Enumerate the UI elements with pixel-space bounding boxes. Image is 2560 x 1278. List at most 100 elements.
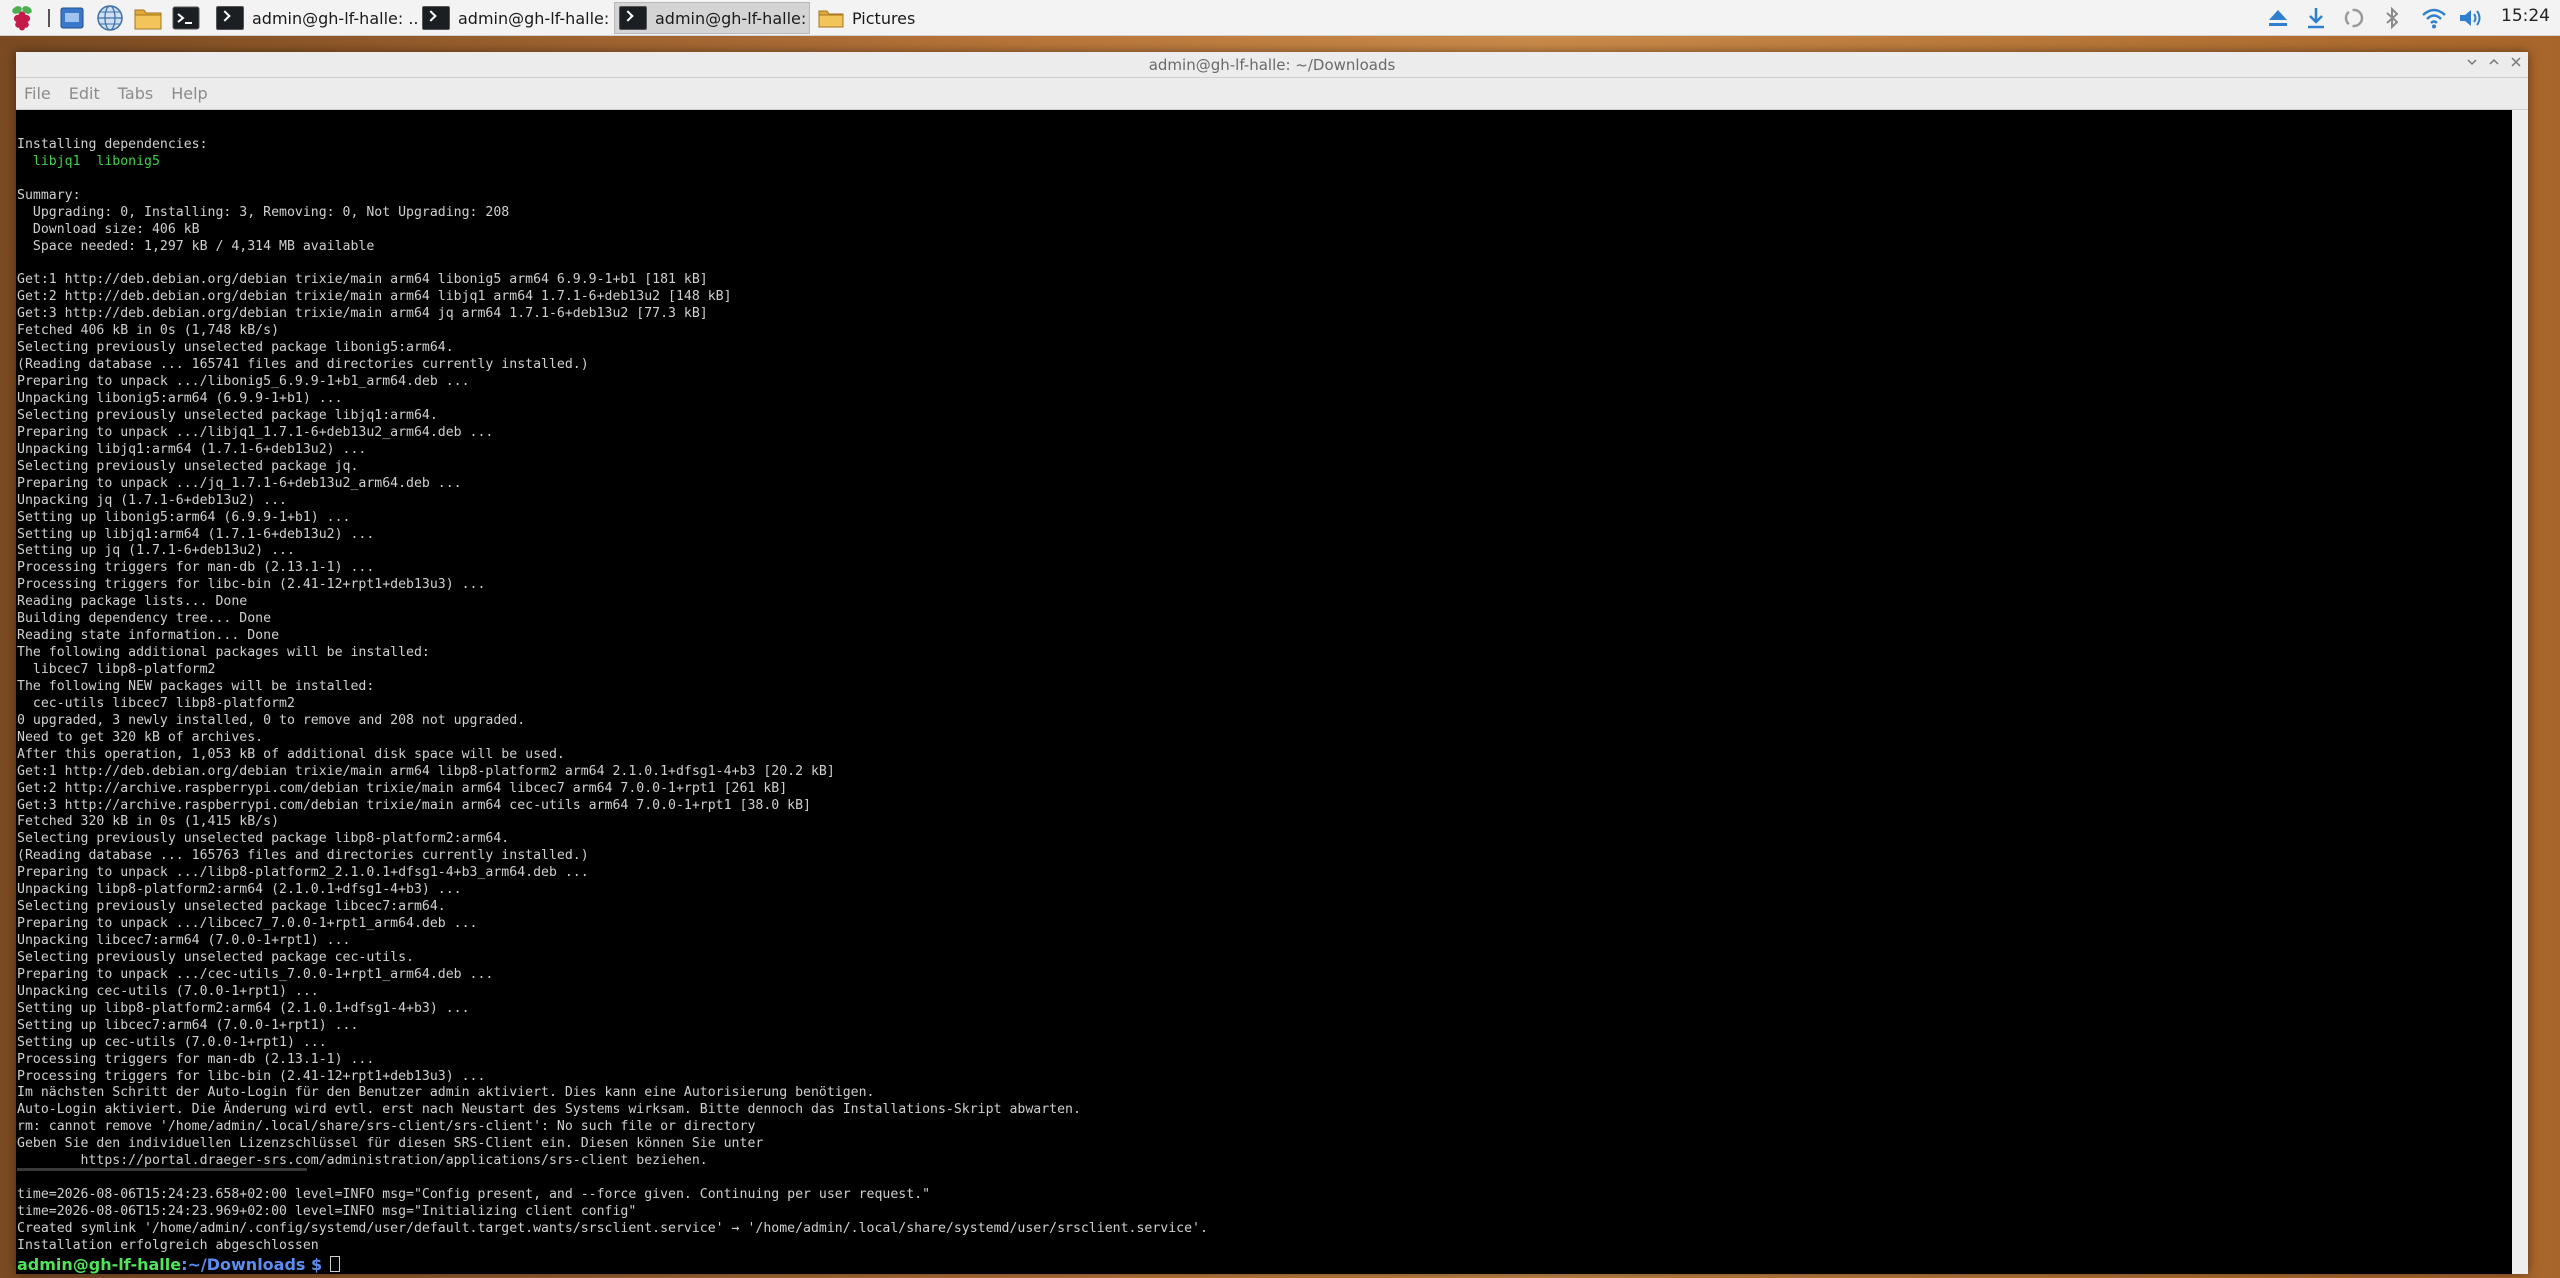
menu-file[interactable]: File	[24, 84, 51, 103]
terminal-line: Space needed: 1,297 kB / 4,314 MB availa…	[17, 238, 375, 254]
terminal-line: cec-utils libcec7 libp8-platform2	[17, 695, 295, 711]
terminal-line: Preparing to unpack .../libjq1_1.7.1-6+d…	[17, 424, 494, 440]
terminal-line: Geben Sie den individuellen Lizenzschlüs…	[17, 1136, 764, 1152]
terminal-line: Get:2 http://deb.debian.org/debian trixi…	[17, 289, 732, 305]
selection-highlight	[17, 1168, 307, 1171]
terminal-line: Selecting previously unselected package …	[17, 831, 510, 847]
terminal-line: https://portal.draeger-srs.com/administr…	[17, 1153, 708, 1169]
terminal-line: Selecting previously unselected package …	[17, 899, 446, 915]
terminal-line: The following NEW packages will be insta…	[17, 678, 375, 694]
terminal-line: Building dependency tree... Done	[17, 611, 272, 627]
menu-help[interactable]: Help	[171, 84, 207, 103]
terminal-line: time=2026-08-06T15:24:23.969+02:00 level…	[17, 1204, 637, 1219]
terminal-line: Selecting previously unselected package …	[17, 949, 414, 965]
menu-edit[interactable]: Edit	[69, 84, 100, 103]
download-updates-icon[interactable]	[2302, 4, 2330, 32]
minimize-button[interactable]	[2462, 54, 2482, 74]
terminal-line: Unpacking cec-utils (7.0.0-1+rpt1) ...	[17, 983, 319, 999]
terminal-line: Reading state information... Done	[17, 628, 280, 644]
taskbar-task-label: admin@gh-lf-halle: ~	[458, 8, 612, 28]
bluetooth-icon[interactable]	[2378, 4, 2406, 32]
window-titlebar[interactable]: admin@gh-lf-halle: ~/Downloads	[16, 52, 2528, 78]
terminal-line: Preparing to unpack .../cec-utils_7.0.0-…	[17, 966, 494, 982]
terminal-line: Auto-Login aktiviert. Die Änderung wird …	[17, 1102, 1081, 1118]
file-manager-icon[interactable]	[134, 4, 162, 32]
terminal-scrollbar[interactable]	[2512, 110, 2528, 1274]
taskbar-task-label: admin@gh-lf-halle: ~	[655, 8, 810, 28]
terminal-line: Setting up libcec7:arm64 (7.0.0-1+rpt1) …	[17, 1017, 359, 1033]
terminal-line: Preparing to unpack .../libonig5_6.9.9-1…	[17, 374, 470, 390]
terminal-line: Upgrading: 0, Installing: 3, Removing: 0…	[17, 204, 510, 220]
window-title: admin@gh-lf-halle: ~/Downloads	[1148, 56, 1396, 74]
terminal-line: Im nächsten Schritt der Auto-Login für d…	[17, 1085, 875, 1101]
terminal-line: Selecting previously unselected package …	[17, 340, 454, 356]
text-cursor	[329, 1255, 340, 1272]
terminal-line: Selecting previously unselected package …	[17, 458, 359, 474]
terminal-lines: Installing dependencies: libjq1 libonig5…	[17, 120, 2512, 1255]
terminal-line: Setting up libp8-platform2:arm64 (2.1.0.…	[17, 1000, 470, 1016]
terminal-line: Fetched 320 kB in 0s (1,415 kB/s)	[17, 814, 280, 830]
menu-tabs[interactable]: Tabs	[118, 84, 153, 103]
terminal-line: Processing triggers for libc-bin (2.41-1…	[17, 577, 486, 593]
terminal-line: Get:3 http://deb.debian.org/debian trixi…	[17, 306, 708, 322]
terminal-line: Setting up libjq1:arm64 (1.7.1-6+deb13u2…	[17, 526, 375, 542]
terminal-line: time=2026-08-06T15:24:23.658+02:00 level…	[17, 1187, 931, 1203]
terminal-line: Preparing to unpack .../jq_1.7.1-6+deb13…	[17, 475, 462, 491]
menubar: File Edit Tabs Help	[16, 78, 2528, 110]
terminal-launcher-icon[interactable]	[172, 4, 200, 32]
terminal-line: Get:1 http://deb.debian.org/debian trixi…	[17, 763, 835, 779]
terminal-line: libcec7 libp8-platform2	[17, 662, 216, 677]
terminal-line: Get:3 http://archive.raspberrypi.com/deb…	[17, 797, 811, 813]
prompt-path: :~/Downloads $	[181, 1254, 328, 1274]
terminal-output[interactable]: Installing dependencies: libjq1 libonig5…	[16, 110, 2512, 1274]
volume-icon[interactable]	[2458, 4, 2486, 32]
terminal-line: Preparing to unpack .../libp8-platform2_…	[17, 865, 589, 881]
show-desktop-icon[interactable]	[58, 4, 86, 32]
web-browser-icon[interactable]	[96, 4, 124, 32]
terminal-line: Unpacking libjq1:arm64 (1.7.1-6+deb13u2)…	[17, 441, 367, 457]
terminal-line: Installing dependencies:	[17, 136, 208, 152]
raspberry-menu-icon[interactable]	[8, 4, 36, 32]
sync-icon[interactable]	[2340, 4, 2368, 32]
eject-icon[interactable]	[2264, 4, 2292, 32]
taskbar-task-pictures[interactable]: Pictures	[814, 2, 934, 34]
taskbar-task-label: Pictures	[852, 8, 916, 28]
terminal-line: libjq1 libonig5	[17, 153, 160, 169]
taskbar-task-terminal-1[interactable]: admin@gh-lf-halle: ...	[212, 2, 418, 34]
terminal-line: Selecting previously unselected package …	[17, 407, 438, 423]
clock[interactable]: 15:24	[2501, 6, 2550, 26]
terminal-line: (Reading database ... 165763 files and d…	[17, 848, 589, 864]
maximize-button[interactable]	[2484, 54, 2504, 74]
terminal-line: The following additional packages will b…	[17, 645, 430, 661]
terminal-line: Processing triggers for libc-bin (2.41-1…	[17, 1068, 486, 1084]
terminal-line: Created symlink '/home/admin/.config/sys…	[17, 1220, 1208, 1236]
taskbar-task-terminal-3-active[interactable]: admin@gh-lf-halle: ~	[614, 2, 810, 34]
folder-icon	[818, 8, 844, 28]
terminal-line: Reading package lists... Done	[17, 594, 248, 610]
taskbar-task-terminal-2[interactable]: admin@gh-lf-halle: ~	[418, 2, 612, 34]
taskbar: admin@gh-lf-halle: ... admin@gh-lf-halle…	[0, 0, 2560, 36]
terminal-line: Setting up jq (1.7.1-6+deb13u2) ...	[17, 543, 295, 559]
terminal-line: Processing triggers for man-db (2.13.1-1…	[17, 560, 375, 576]
terminal-line: 0 upgraded, 3 newly installed, 0 to remo…	[17, 712, 526, 728]
close-button[interactable]	[2506, 54, 2526, 74]
terminal-line: Unpacking libonig5:arm64 (6.9.9-1+b1) ..…	[17, 391, 343, 406]
terminal-line: Setting up libonig5:arm64 (6.9.9-1+b1) .…	[17, 509, 351, 525]
terminal-line: Installation erfolgreich abgeschlossen	[17, 1237, 319, 1253]
terminal-line: Summary:	[17, 187, 81, 203]
terminal-prompt-line: admin@gh-lf-halle:~/Downloads $	[17, 1254, 2512, 1274]
terminal-line: Processing triggers for man-db (2.13.1-1…	[17, 1051, 375, 1067]
prompt-user: admin@gh-lf-halle	[17, 1254, 182, 1274]
terminal-line: Need to get 320 kB of archives.	[17, 729, 264, 745]
terminal-line: Setting up cec-utils (7.0.0-1+rpt1) ...	[17, 1034, 327, 1050]
terminal-icon	[619, 6, 647, 30]
terminal-line: Get:1 http://deb.debian.org/debian trixi…	[17, 272, 708, 288]
wifi-icon[interactable]	[2420, 4, 2448, 32]
terminal-line: (Reading database ... 165741 files and d…	[17, 357, 589, 373]
terminal-window: admin@gh-lf-halle: ~/Downloads File Edit…	[16, 52, 2528, 1274]
terminal-icon	[422, 6, 450, 30]
